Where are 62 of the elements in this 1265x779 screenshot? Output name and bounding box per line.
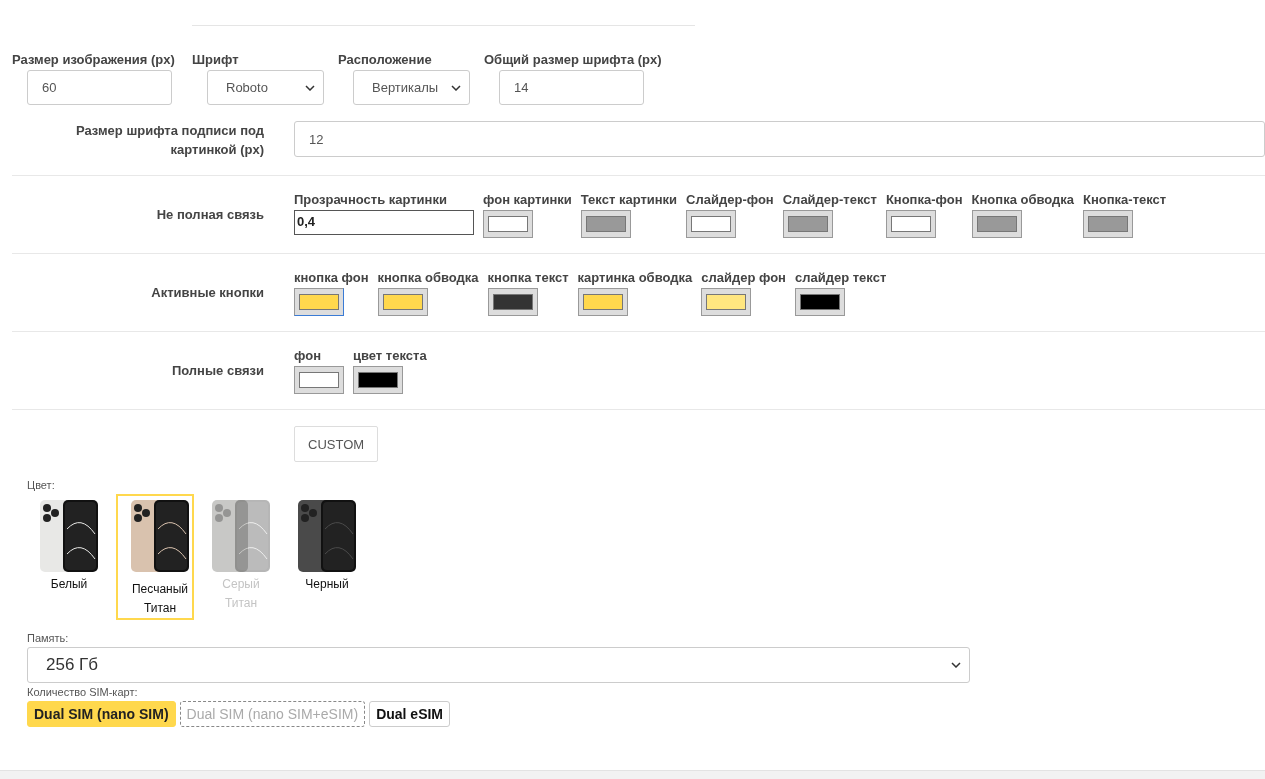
field-label: Общий размер шрифта (px)	[484, 52, 662, 67]
swatch-label: слайдер текст	[794, 270, 887, 285]
color-swatch[interactable]	[577, 288, 628, 316]
section-label: Не полная связь	[155, 206, 264, 224]
color-swatch[interactable]	[487, 288, 538, 316]
color-swatch[interactable]	[782, 210, 833, 238]
color-swatch[interactable]	[885, 210, 936, 238]
chevron-icon	[451, 84, 461, 91]
field-label: Размер изображения (px)	[12, 52, 176, 67]
custom-button[interactable]: CUSTOM	[294, 426, 379, 462]
sim-option[interactable]: Dual eSIM	[369, 701, 451, 727]
swatch-label: фон	[294, 348, 322, 363]
swatch-label: Текст картинки	[580, 192, 678, 207]
color-name: Песчаный Титан	[130, 581, 189, 617]
swatch-label: слайдер фон	[701, 270, 786, 285]
color-name: Черный	[304, 576, 350, 593]
color-swatch[interactable]	[294, 288, 344, 316]
color-option[interactable]: Песчаный Титан	[116, 494, 194, 620]
section-label: Активные кнопки	[150, 284, 264, 302]
chevron-icon	[951, 662, 961, 668]
color-swatch[interactable]	[686, 210, 737, 238]
swatch-label: кнопка фон	[294, 270, 369, 285]
field-label: Цвет:	[27, 479, 56, 491]
color-swatch[interactable]	[580, 210, 631, 238]
chevron-icon	[305, 84, 315, 91]
color-name: Серый Титан	[221, 576, 261, 612]
field-label: Количество SIM-карт:	[27, 686, 139, 698]
field-label: Память:	[27, 632, 70, 644]
color-name: Белый	[49, 576, 89, 593]
swatch-label: кнопка обводка	[377, 270, 479, 285]
swatch-label: картинка обводка	[577, 270, 693, 285]
dropdown[interactable]: Roboto	[207, 70, 324, 105]
input-field[interactable]: 60	[27, 70, 172, 105]
color-option[interactable]: Белый	[30, 494, 108, 620]
swatch-label: Кнопка-фон	[885, 192, 963, 207]
memory-dropdown[interactable]: 256 Гб	[27, 647, 970, 683]
swatch-label: Слайдер-текст	[782, 192, 877, 207]
field-label: Расположение	[338, 52, 433, 67]
field-label: Размер шрифта подписи под картинкой (px)	[74, 122, 264, 159]
input-field[interactable]: 0,4	[294, 210, 474, 235]
field-label: Прозрачность картинки	[294, 192, 448, 207]
sim-option[interactable]: Dual SIM (nano SIM)	[27, 701, 176, 727]
color-swatch[interactable]	[794, 288, 845, 316]
swatch-label: Слайдер-фон	[686, 192, 774, 207]
color-swatch[interactable]	[353, 366, 403, 394]
section-label: Полные связи	[170, 362, 264, 380]
swatch-label: фон картинки	[483, 192, 572, 207]
color-swatch[interactable]	[701, 288, 752, 316]
swatch-label: Кнопка-текст	[1083, 192, 1167, 207]
field-label: Шрифт	[192, 52, 240, 67]
swatch-label: кнопка текст	[487, 270, 569, 285]
dropdown[interactable]: Вертикалы	[353, 70, 470, 105]
input-field[interactable]: 12	[294, 121, 1265, 157]
swatch-label: цвет текста	[353, 348, 427, 363]
color-swatch[interactable]	[971, 210, 1022, 238]
color-swatch[interactable]	[294, 366, 344, 394]
color-swatch[interactable]	[1083, 210, 1134, 238]
swatch-label: Кнопка обводка	[971, 192, 1075, 207]
color-swatch[interactable]	[377, 288, 428, 316]
input-field[interactable]: 14	[499, 70, 644, 105]
color-swatch[interactable]	[483, 210, 533, 238]
color-option[interactable]: Черный	[288, 494, 366, 620]
